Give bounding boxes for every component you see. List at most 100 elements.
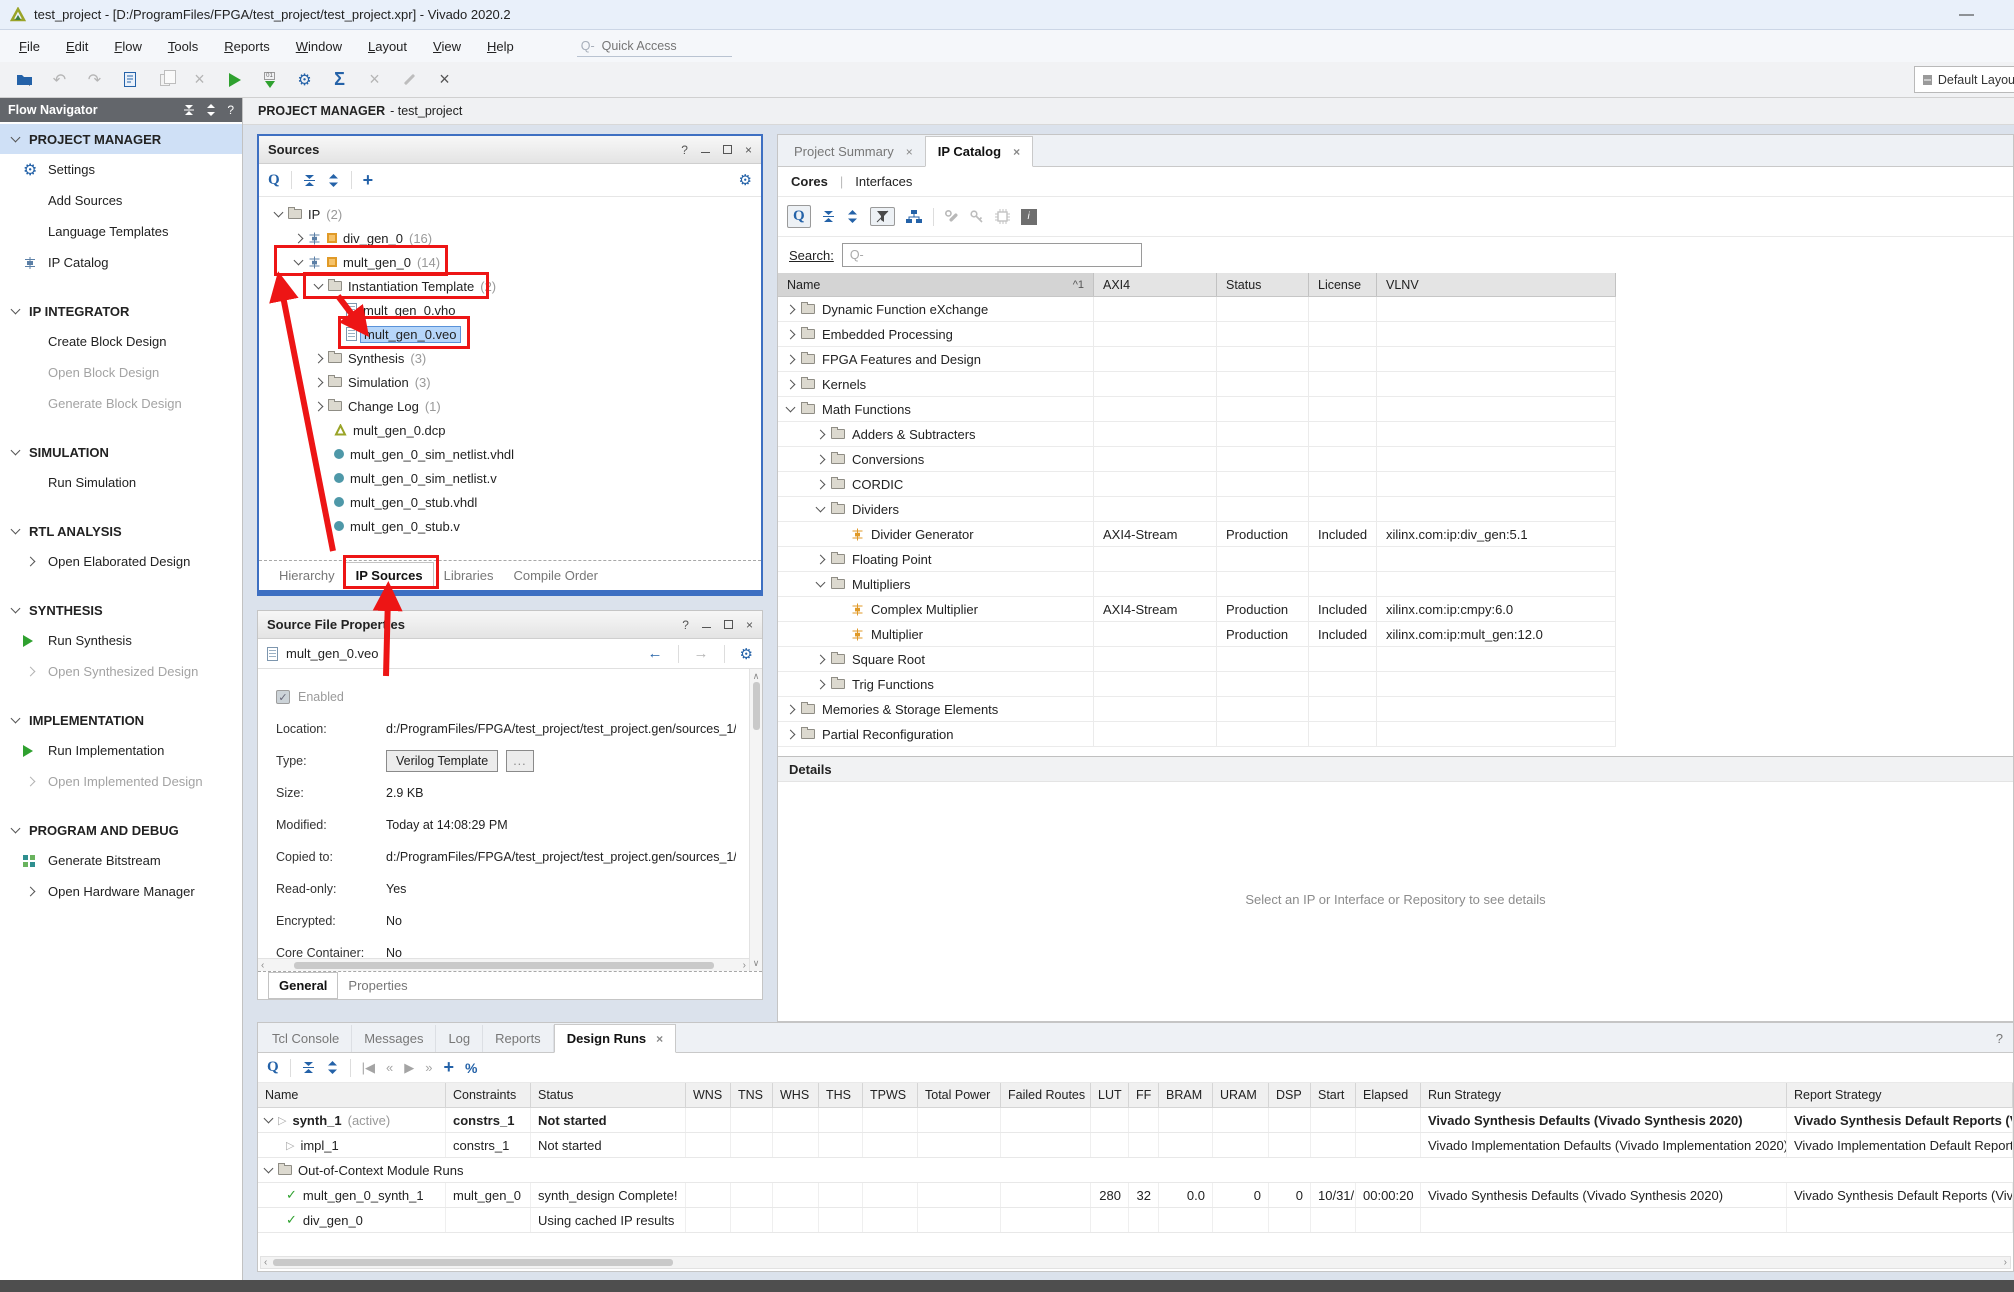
search-icon[interactable]: Q: [787, 205, 811, 228]
chevron-right-icon[interactable]: [816, 454, 826, 464]
catalog-row[interactable]: Kernels: [778, 372, 1616, 397]
catalog-row[interactable]: CORDIC: [778, 472, 1616, 497]
forward-icon[interactable]: →: [694, 645, 709, 662]
subtab-interfaces[interactable]: Interfaces: [855, 174, 912, 189]
subtab-cores[interactable]: Cores: [791, 174, 828, 189]
tab-ip-catalog[interactable]: IP Catalog×: [925, 136, 1033, 167]
undo-icon[interactable]: ↶: [45, 67, 74, 93]
menu-reports[interactable]: Reports: [211, 34, 283, 59]
minimize-button[interactable]: —: [1959, 6, 1974, 23]
chevron-right-icon[interactable]: [786, 304, 796, 314]
step-back-icon[interactable]: «: [386, 1060, 393, 1075]
sidebar-item-language-templates[interactable]: Language Templates: [0, 216, 242, 247]
run-row-div-gen[interactable]: ✓div_gen_0 Using cached IP results: [258, 1208, 2013, 1233]
menu-file[interactable]: File: [6, 34, 53, 59]
float-icon[interactable]: [723, 145, 732, 154]
chevron-right-icon[interactable]: [816, 654, 826, 664]
expand-all-icon[interactable]: [846, 210, 859, 223]
tree-item-dcp[interactable]: mult_gen_0.dcp: [259, 418, 761, 442]
run-group-out-of-context[interactable]: Out-of-Context Module Runs: [258, 1158, 2013, 1183]
horizontal-scrollbar[interactable]: ‹›: [258, 958, 749, 971]
scroll-right-icon[interactable]: ›: [743, 960, 746, 971]
tree-item-stub-vhdl[interactable]: mult_gen_0_stub.vhdl: [259, 490, 761, 514]
chevron-right-icon[interactable]: [786, 729, 796, 739]
create-run-icon[interactable]: +: [444, 1057, 455, 1078]
chevron-right-icon[interactable]: [314, 377, 324, 387]
sidebar-item-ip-integrator[interactable]: IP INTEGRATOR: [0, 296, 242, 326]
scroll-left-icon[interactable]: ‹: [264, 1257, 267, 1268]
catalog-row[interactable]: Math Functions: [778, 397, 1616, 422]
back-icon[interactable]: ←: [648, 645, 663, 662]
add-sources-icon[interactable]: +: [363, 170, 374, 191]
quick-access-search[interactable]: Q-: [577, 36, 732, 57]
collapse-all-icon[interactable]: [303, 174, 316, 187]
run-row-impl-1[interactable]: ▷impl_1 constrs_1Not started Vivado Impl…: [258, 1133, 2013, 1158]
chevron-down-icon[interactable]: [786, 403, 796, 413]
sidebar-item-generate-bitstream[interactable]: Generate Bitstream: [0, 845, 242, 876]
scroll-right-icon[interactable]: ›: [2004, 1257, 2007, 1268]
sidebar-item-open-hardware-manager[interactable]: Open Hardware Manager: [0, 876, 242, 907]
catalog-row[interactable]: Dividers: [778, 497, 1616, 522]
chevron-down-icon[interactable]: [11, 824, 21, 834]
sidebar-item-run-synthesis[interactable]: Run Synthesis: [0, 625, 242, 656]
cancel-run-icon[interactable]: ×: [360, 67, 389, 93]
tree-item-vho[interactable]: mult_gen_0.vho: [259, 298, 761, 322]
hierarchy-icon[interactable]: [906, 210, 922, 224]
help-icon[interactable]: ?: [1996, 1031, 2003, 1052]
close-icon[interactable]: ×: [746, 618, 753, 632]
float-icon[interactable]: [724, 620, 733, 629]
sidebar-item-project-manager[interactable]: PROJECT MANAGER: [0, 124, 242, 154]
search-icon[interactable]: Q: [267, 1059, 279, 1076]
chevron-down-icon[interactable]: [274, 208, 284, 218]
catalog-search-input[interactable]: Q-: [842, 243, 1142, 267]
catalog-row[interactable]: Square Root: [778, 647, 1616, 672]
chevron-down-icon[interactable]: [264, 1164, 274, 1174]
catalog-row[interactable]: Embedded Processing: [778, 322, 1616, 347]
chevron-down-icon[interactable]: [11, 446, 21, 456]
settings-gear-icon[interactable]: ⚙: [740, 645, 753, 663]
column-name[interactable]: Name^1: [778, 273, 1094, 296]
sidebar-item-settings[interactable]: ⚙Settings: [0, 154, 242, 185]
chevron-down-icon[interactable]: [816, 578, 826, 588]
tree-item-stub-v[interactable]: mult_gen_0_stub.v: [259, 514, 761, 538]
chevron-right-icon[interactable]: [314, 353, 324, 363]
tab-design-runs[interactable]: Design Runs×: [554, 1024, 676, 1053]
menu-window[interactable]: Window: [283, 34, 355, 59]
column-license[interactable]: License: [1309, 273, 1377, 296]
catalog-row[interactable]: Multipliers: [778, 572, 1616, 597]
chevron-right-icon[interactable]: [816, 554, 826, 564]
vertical-scrollbar[interactable]: ∧∨: [749, 669, 762, 971]
catalog-row[interactable]: Adders & Subtracters: [778, 422, 1616, 447]
chevron-down-icon[interactable]: [11, 604, 21, 614]
first-run-icon[interactable]: |◀: [362, 1060, 375, 1076]
tab-ip-sources[interactable]: IP Sources: [345, 562, 434, 589]
expand-all-icon[interactable]: [327, 174, 340, 187]
catalog-row[interactable]: Dynamic Function eXchange: [778, 297, 1616, 322]
default-layout-button[interactable]: Default Layou: [1914, 66, 2014, 93]
tree-item-simulation[interactable]: Simulation(3): [259, 370, 761, 394]
chevron-down-icon[interactable]: [294, 256, 304, 266]
help-icon[interactable]: ?: [227, 103, 234, 117]
catalog-row-ip[interactable]: Complex MultiplierAXI4-StreamProductionI…: [778, 597, 1616, 622]
chevron-right-icon[interactable]: [786, 354, 796, 364]
close-icon[interactable]: ×: [745, 143, 752, 157]
tab-general[interactable]: General: [268, 972, 338, 999]
delete-icon[interactable]: ×: [185, 67, 214, 93]
menu-view[interactable]: View: [420, 34, 474, 59]
quick-access-input[interactable]: [600, 38, 712, 54]
sidebar-item-program-and-debug[interactable]: PROGRAM AND DEBUG: [0, 815, 242, 845]
catalog-row[interactable]: Partial Reconfiguration: [778, 722, 1616, 747]
chevron-down-icon[interactable]: [11, 525, 21, 535]
tree-item-div-gen[interactable]: div_gen_0(16): [259, 226, 761, 250]
tab-messages[interactable]: Messages: [352, 1025, 436, 1052]
tab-properties[interactable]: Properties: [338, 973, 417, 998]
menu-layout[interactable]: Layout: [355, 34, 420, 59]
run-icon[interactable]: [220, 67, 249, 93]
chevron-down-icon[interactable]: [11, 133, 21, 143]
column-axi4[interactable]: AXI4: [1094, 273, 1217, 296]
tree-item-synthesis[interactable]: Synthesis(3): [259, 346, 761, 370]
program-device-icon[interactable]: 01: [255, 67, 284, 93]
filter-icon[interactable]: [870, 207, 895, 226]
help-icon[interactable]: ?: [682, 618, 689, 632]
close-icon[interactable]: ×: [1013, 145, 1020, 159]
